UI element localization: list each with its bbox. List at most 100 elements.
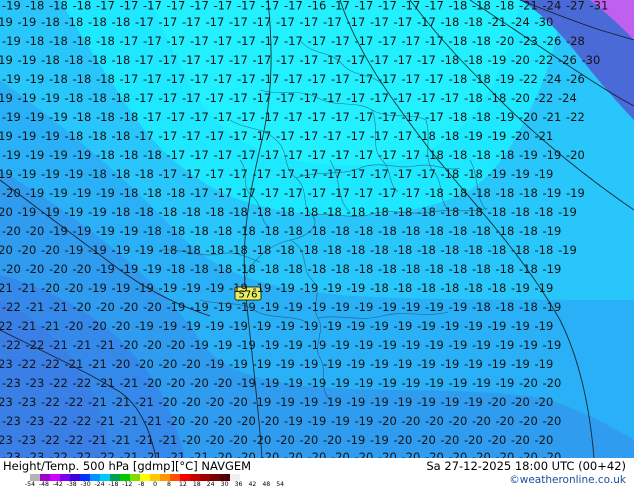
credit-link[interactable]: ©weatheronline.co.uk <box>509 474 626 486</box>
temperature-label: -19 <box>441 357 460 371</box>
temperature-label: -17 <box>308 110 327 124</box>
temperature-label: -19 <box>135 281 154 295</box>
temperature-label: -20 <box>425 414 444 428</box>
temperature-label: -19 <box>449 300 468 314</box>
temperature-label: -19 <box>237 338 256 352</box>
forecast-datetime: Sa 27-12-2025 18:00 UTC (00+42) <box>426 459 626 473</box>
legend-swatch <box>90 474 100 481</box>
temperature-label: -17 <box>276 15 295 29</box>
temperature-label: -18 <box>496 148 515 162</box>
temperature-label: -20 <box>308 450 327 458</box>
temperature-label: -19 <box>65 205 84 219</box>
temperature-label: -20 <box>41 281 60 295</box>
temperature-label: -17 <box>402 72 421 86</box>
temperature-label: -18 <box>112 129 131 143</box>
temperature-label: -19 <box>2 34 21 48</box>
temperature-label: -19 <box>284 338 303 352</box>
temperature-label: -19 <box>378 376 397 390</box>
temperature-label: -19 <box>496 110 515 124</box>
temperature-label: -19 <box>253 395 272 409</box>
temperature-label: -20 <box>284 450 303 458</box>
temperature-label: -17 <box>182 15 201 29</box>
temperature-label: -19 <box>73 224 92 238</box>
temperature-label: -18 <box>441 205 460 219</box>
temperature-label: -17 <box>135 15 154 29</box>
temperature-label: -22 <box>566 110 585 124</box>
temperature-label: -22 <box>41 395 60 409</box>
temperature-label: -18 <box>519 262 538 276</box>
temperature-label: -17 <box>214 186 233 200</box>
temperature-label: -20 <box>425 450 444 458</box>
temperature-label: -17 <box>331 34 350 48</box>
temperature-label: -17 <box>182 129 201 143</box>
temperature-label: -18 <box>370 281 389 295</box>
legend-swatch <box>30 474 40 481</box>
temperature-label: -17 <box>190 186 209 200</box>
temperature-label: -20 <box>143 376 162 390</box>
temperature-label: -18 <box>73 110 92 124</box>
temperature-label: -20 <box>73 262 92 276</box>
temperature-label: -17 <box>355 110 374 124</box>
temperature-label: -20 <box>182 395 201 409</box>
temperature-label: -17 <box>261 34 280 48</box>
temperature-label: -17 <box>425 34 444 48</box>
temperature-label: -26 <box>558 53 577 67</box>
temperature-label: -20 <box>0 243 13 257</box>
temperature-label: -18 <box>441 129 460 143</box>
temperature-label: -18 <box>26 34 45 48</box>
temperature-label: -19 <box>323 357 342 371</box>
temperature-label: -18 <box>112 91 131 105</box>
temperature-label: -20 <box>143 300 162 314</box>
temperature-label: -18 <box>449 0 468 13</box>
temperature-label: -19 <box>284 414 303 428</box>
temperature-label: -22 <box>535 91 554 105</box>
temperature-label: -17 <box>284 186 303 200</box>
temperature-label: -21 <box>159 433 178 447</box>
temperature-label: -19 <box>347 395 366 409</box>
temperature-label: -21 <box>135 395 154 409</box>
temperature-label: -19 <box>370 319 389 333</box>
temperature-label: -20 <box>519 414 538 428</box>
temperature-label: -18 <box>167 224 186 238</box>
legend-swatch <box>50 474 60 481</box>
temperature-label: -19 <box>558 243 577 257</box>
temperature-label: -17 <box>143 72 162 86</box>
legend-tick: -18 <box>108 481 119 488</box>
temperature-label: -18 <box>464 53 483 67</box>
temperature-label: -17 <box>355 186 374 200</box>
temperature-label: -18 <box>135 167 154 181</box>
temperature-label: -20 <box>511 53 530 67</box>
temperature-label: -20 <box>378 414 397 428</box>
temperature-label: -17 <box>394 53 413 67</box>
temperature-label: -20 <box>206 433 225 447</box>
temperature-label: -18 <box>214 262 233 276</box>
temperature-label: -18 <box>347 205 366 219</box>
temperature-label: -23 <box>26 376 45 390</box>
temperature-label: -20 <box>26 224 45 238</box>
temperature-label: -18 <box>394 281 413 295</box>
temperature-label: -18 <box>464 281 483 295</box>
temperature-label: -19 <box>394 357 413 371</box>
temperature-label: -17 <box>159 53 178 67</box>
temperature-label: -21 <box>65 357 84 371</box>
temperature-label: -20 <box>2 262 21 276</box>
temperature-label: -17 <box>308 186 327 200</box>
temperature-label: -18 <box>472 72 491 86</box>
legend-tick: 0 <box>153 481 158 488</box>
temperature-label: -19 <box>253 357 272 371</box>
temperature-label: -17 <box>425 0 444 13</box>
temperature-label: -19 <box>496 376 515 390</box>
temperature-label: -19 <box>214 300 233 314</box>
temperature-label: -20 <box>2 224 21 238</box>
temperature-label: -19 <box>370 433 389 447</box>
temperature-label: -17 <box>276 53 295 67</box>
temperature-label: -18 <box>26 0 45 13</box>
temperature-label: -21 <box>543 110 562 124</box>
legend-swatch <box>200 474 210 481</box>
legend-tick: -54 <box>24 481 36 488</box>
legend-tick-labels: -54 -48 -42 -38 -30 -24 -18 -12 -8 0 8 12 18 24 30 36 42… <box>25 481 284 490</box>
temperature-label: -18 <box>65 129 84 143</box>
temperature-label: -17 <box>237 186 256 200</box>
temperature-label: -20 <box>394 433 413 447</box>
temperature-label: -19 <box>464 319 483 333</box>
